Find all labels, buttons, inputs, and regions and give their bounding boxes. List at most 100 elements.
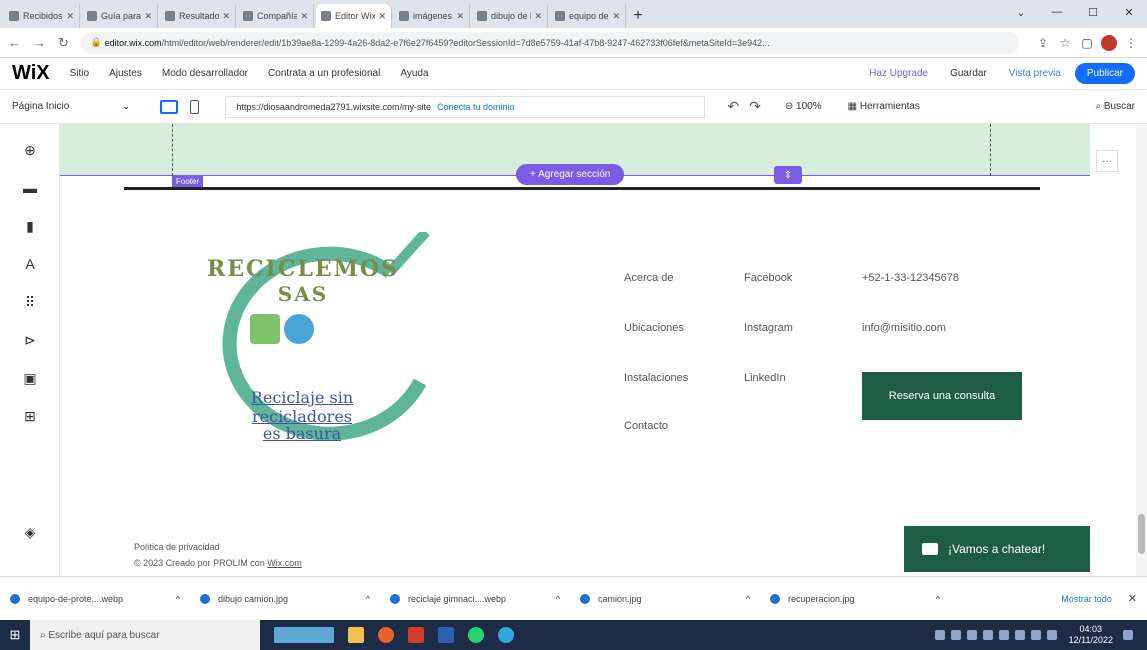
publish-button[interactable]: Publicar [1074,63,1135,84]
preview-button[interactable]: Vista previa [1009,68,1061,79]
download-item[interactable]: camion.jpg ^ [580,593,770,604]
wifi-icon[interactable] [1030,630,1041,640]
download-item[interactable]: recuperacion.jpg ^ [770,593,960,604]
menu-ajustes[interactable]: Ajustes [109,68,142,79]
clock[interactable]: 04:03 12/11/2022 [1069,624,1113,646]
editor-canvas[interactable]: Footer + Agregar sección ⇕ ··· RECICLEMO… [60,124,1147,576]
menu-modo-desarrollador[interactable]: Modo desarrollador [162,68,248,79]
close-tab-icon[interactable]: ✕ [612,11,620,22]
cms-icon[interactable]: ⊞ [22,408,38,424]
undo-icon[interactable]: ↶ [727,98,739,115]
footer-link-contacto[interactable]: Contacto [624,420,668,432]
share-icon[interactable]: ⇪ [1035,35,1051,51]
save-button[interactable]: Guardar [950,68,987,79]
maximize-icon[interactable]: ☐ [1075,0,1111,24]
search-button[interactable]: ⌕ Buscar [1095,101,1135,112]
browser-tab[interactable]: Resultados✕ [160,4,236,28]
chevron-up-icon[interactable]: ^ [746,594,750,604]
close-tab-icon[interactable]: ✕ [300,11,308,22]
footer-link-acerca[interactable]: Acerca de [624,272,674,284]
minimize-icon[interactable]: — [1039,0,1075,24]
chevron-up-icon[interactable]: ^ [366,594,370,604]
book-consultation-button[interactable]: Reserva una consulta [862,372,1022,420]
privacy-link[interactable]: Política de privacidad [134,542,220,552]
footer-link-instagram[interactable]: Instagram [744,322,793,334]
more-menu-icon[interactable]: ⋮ [1123,35,1139,51]
close-tab-icon[interactable]: ✕ [144,11,152,22]
tray-app-icon[interactable] [950,630,961,640]
pages-icon[interactable]: ▮ [22,218,38,234]
footer-link-linkedin[interactable]: LinkedIn [744,372,786,384]
sidebar-icon[interactable]: ▢ [1079,35,1095,51]
close-window-icon[interactable]: ✕ [1111,0,1147,24]
theme-icon[interactable]: A [22,256,38,272]
close-tab-icon[interactable]: ✕ [534,11,542,22]
browser-tab[interactable]: Guía para w✕ [82,4,158,28]
windows-start-icon[interactable]: ⊞ [0,620,30,650]
footer-link-instalaciones[interactable]: Instalaciones [624,372,688,384]
media-icon[interactable]: ▣ [22,370,38,386]
tray-app-icon[interactable] [998,630,1009,640]
taskbar-search[interactable]: ⌕ Escribe aquí para buscar [30,620,260,650]
chevron-up-icon[interactable]: ^ [936,594,940,604]
firefox-icon[interactable] [378,627,394,643]
add-section-button[interactable]: + Agregar sección [516,164,625,185]
footer-link-ubicaciones[interactable]: Ubicaciones [624,322,684,334]
canvas-scrollbar[interactable] [1136,124,1147,576]
desktop-view-icon[interactable] [160,99,179,114]
forward-icon[interactable]: → [33,35,46,50]
chevron-up-icon[interactable]: ^ [176,594,180,604]
add-elements-icon[interactable]: ⊕ [22,142,38,158]
business-icon[interactable]: ⊳ [22,332,38,348]
profile-avatar[interactable] [1101,34,1117,51]
add-section-icon[interactable]: ▬ [22,180,38,196]
download-item[interactable]: reciclaje gimnaci....webp ^ [390,593,580,604]
tray-app-icon[interactable] [934,630,945,640]
zoom-control[interactable]: ⊖ 100% [785,101,822,112]
tools-button[interactable]: ▦ Herramientas [848,101,920,112]
apps-icon[interactable]: ⠿ [22,294,38,310]
browser-tab[interactable]: Recibidos (4)✕ [4,4,80,28]
notifications-icon[interactable] [1123,630,1133,640]
tray-app-icon[interactable] [982,630,993,640]
more-options-icon[interactable]: ··· [1096,150,1118,172]
browser-tab[interactable]: Compañía d✕ [238,4,314,28]
tab-search-icon[interactable]: ⌄ [1003,0,1039,24]
back-icon[interactable]: ← [8,35,21,50]
weather-widget-icon[interactable] [274,627,334,643]
chevron-up-icon[interactable]: ^ [556,594,560,604]
menu-contrata[interactable]: Contrata a un profesional [268,68,380,79]
menu-sitio[interactable]: Sitio [70,68,89,79]
download-item[interactable]: equipo-de-prote....webp ^ [10,593,200,604]
volume-icon[interactable] [1046,630,1057,640]
tray-app-icon[interactable] [1014,630,1025,640]
close-downloads-icon[interactable]: ✕ [1128,592,1137,605]
browser-tab[interactable]: dibujo de lo✕ [472,4,548,28]
layers-icon[interactable]: ◈ [22,524,38,540]
office-icon[interactable] [408,627,424,643]
show-all-downloads[interactable]: Mostrar todo [1061,594,1112,604]
browser-tab[interactable]: equipo de p✕ [550,4,626,28]
connect-domain-link[interactable]: Conecta tu dominio [437,102,515,112]
close-tab-icon[interactable]: ✕ [222,11,230,22]
drag-handle-icon[interactable]: ⇕ [774,166,802,184]
mobile-view-icon[interactable] [190,99,200,114]
whatsapp-icon[interactable] [468,627,484,643]
word-icon[interactable] [438,627,454,643]
chat-button[interactable]: ¡Vamos a chatear! [904,526,1090,572]
chevron-down-icon[interactable]: ⌄ [122,101,130,112]
close-tab-icon[interactable]: ✕ [66,11,74,22]
close-tab-icon[interactable]: ✕ [456,11,464,22]
file-explorer-icon[interactable] [348,627,364,643]
close-tab-icon[interactable]: ✕ [378,11,386,22]
new-tab-icon[interactable]: + [628,4,648,28]
menu-ayuda[interactable]: Ayuda [400,68,428,79]
reload-icon[interactable]: ↻ [58,35,69,51]
scrollbar-thumb[interactable] [1138,514,1145,554]
bookmark-star-icon[interactable]: ☆ [1057,35,1073,51]
upgrade-link[interactable]: Haz Upgrade [869,68,928,79]
chrome-icon[interactable] [498,627,514,643]
page-selector[interactable]: Página Inicio [12,101,122,112]
footer-link-facebook[interactable]: Facebook [744,272,792,284]
wix-logo[interactable]: WiX [12,62,50,85]
